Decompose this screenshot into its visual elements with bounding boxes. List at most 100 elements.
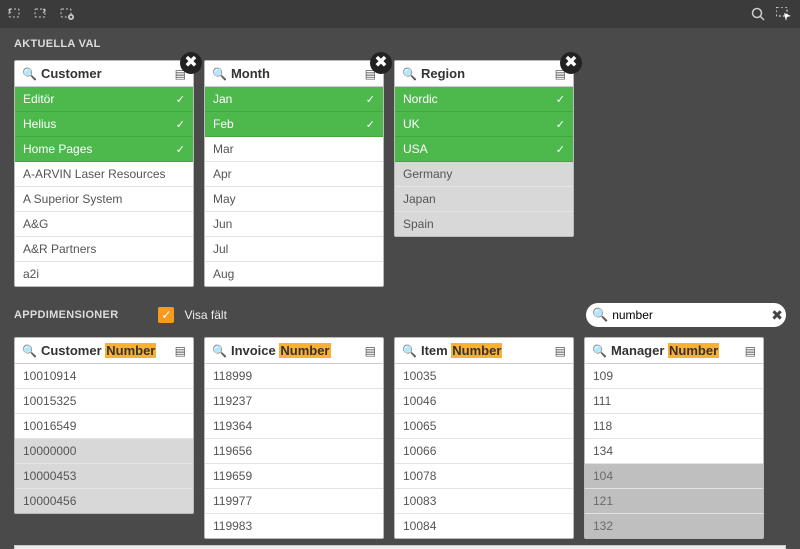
list-item[interactable]: 109 [585, 364, 763, 389]
app-dimensions-label: APPDIMENSIONER [14, 309, 118, 321]
list-item[interactable]: Editör✓ [15, 87, 193, 112]
list-item[interactable]: 119237 [205, 389, 383, 414]
search-icon[interactable]: 🔍 [402, 344, 417, 358]
horizontal-scrollbar[interactable]: ◀ ▶ [14, 545, 786, 549]
search-icon[interactable]: 🔍 [212, 67, 227, 81]
list-item[interactable]: 132 [585, 514, 763, 538]
list-item-label: 10065 [403, 419, 565, 433]
list-item[interactable]: 10046 [395, 389, 573, 414]
list-item[interactable]: 10016549 [15, 414, 193, 439]
list-item[interactable]: Helius ✓ [15, 112, 193, 137]
dimension-search-input[interactable] [612, 308, 767, 322]
list-item[interactable]: Jul [205, 237, 383, 262]
close-panel-customer[interactable]: ✖ [180, 52, 202, 74]
search-icon[interactable]: 🔍 [212, 344, 227, 358]
check-icon: ✓ [176, 118, 185, 131]
search-icon[interactable]: 🔍 [592, 344, 607, 358]
close-panel-region[interactable]: ✖ [560, 52, 582, 74]
list-item-label: 121 [593, 494, 755, 508]
list-item[interactable]: 104 [585, 464, 763, 489]
list-item[interactable]: A Superior System [15, 187, 193, 212]
panel-menu-icon[interactable]: ▤ [555, 344, 566, 358]
list-item[interactable]: Mar [205, 137, 383, 162]
list-item[interactable]: A&G [15, 212, 193, 237]
check-icon: ✓ [556, 93, 565, 106]
list-item-label: 10000000 [23, 444, 185, 458]
list-item[interactable]: 10078 [395, 464, 573, 489]
list-item-label: 119656 [213, 444, 375, 458]
list-item-label: Feb [213, 117, 362, 131]
list-item[interactable]: USA✓ [395, 137, 573, 162]
list-item[interactable]: 134 [585, 439, 763, 464]
search-icon[interactable]: 🔍 [22, 67, 37, 81]
list-item[interactable]: 10015325 [15, 389, 193, 414]
list-item[interactable]: 121 [585, 489, 763, 514]
search-icon[interactable]: 🔍 [402, 67, 417, 81]
list-item[interactable]: 10065 [395, 414, 573, 439]
list-item[interactable]: 111 [585, 389, 763, 414]
list-item-label: 119983 [213, 519, 375, 533]
list-item[interactable]: Aug [205, 262, 383, 286]
panel-title: Month [231, 66, 361, 81]
list-item[interactable]: 118 [585, 414, 763, 439]
list-item[interactable]: Home Pages ✓ [15, 137, 193, 162]
list-item-label: Helius [23, 117, 172, 131]
panel-header: 🔍Item Number▤ [395, 338, 573, 364]
search-icon[interactable]: 🔍 [22, 344, 37, 358]
panel-title: Manager Number [611, 343, 741, 358]
selections-tool-icon[interactable] [774, 4, 794, 24]
show-fields-checkbox[interactable]: ✓ [158, 307, 174, 323]
list-item[interactable]: 119983 [205, 514, 383, 538]
list-item[interactable]: Apr [205, 162, 383, 187]
global-search-icon[interactable] [748, 4, 768, 24]
list-item[interactable]: Germany [395, 162, 573, 187]
list-item[interactable]: 10035 [395, 364, 573, 389]
panel-region: ✖🔍Region▤Nordic✓UK✓USA✓GermanyJapanSpain [394, 60, 574, 287]
list-item-label: Germany [403, 167, 565, 181]
list-item[interactable]: A-ARVIN Laser Resources [15, 162, 193, 187]
list-item[interactable]: Feb✓ [205, 112, 383, 137]
list-item[interactable]: Jun [205, 212, 383, 237]
list-item[interactable]: a2i [15, 262, 193, 286]
step-forward-icon[interactable] [32, 4, 52, 24]
list-item[interactable]: 10000000 [15, 439, 193, 464]
panel-header: 🔍 Manager Number ▤ [585, 338, 763, 364]
list-item[interactable]: 10083 [395, 489, 573, 514]
panel-menu-icon[interactable]: ▤ [365, 344, 376, 358]
step-back-icon[interactable] [6, 4, 26, 24]
list-item[interactable]: Jan✓ [205, 87, 383, 112]
list-item-label: May [213, 192, 375, 206]
list-item[interactable]: A&R Partners [15, 237, 193, 262]
list-item[interactable]: 118999 [205, 364, 383, 389]
list-item[interactable]: 10010914 [15, 364, 193, 389]
list-item-label: Home Pages [23, 142, 172, 156]
list-item[interactable]: 119656 [205, 439, 383, 464]
current-selections-row: ✖🔍Customer▤Editör✓Helius✓Home Pages✓A-AR… [0, 54, 800, 293]
dimension-search[interactable]: 🔍 ✖ [586, 303, 786, 327]
list-item[interactable]: Japan [395, 187, 573, 212]
panel-menu-icon[interactable]: ▤ [745, 344, 756, 358]
list-item[interactable]: 10066 [395, 439, 573, 464]
list-item[interactable]: Nordic✓ [395, 87, 573, 112]
list-item[interactable]: 10000453 [15, 464, 193, 489]
clear-all-icon[interactable] [58, 4, 78, 24]
panel-header: 🔍 Customer Number ▤ [15, 338, 193, 364]
list-item[interactable]: 119364 [205, 414, 383, 439]
list-item[interactable]: May [205, 187, 383, 212]
list-item[interactable]: 119659 [205, 464, 383, 489]
list-item[interactable]: 10000456 [15, 489, 193, 513]
panel-title: Customer Number [41, 343, 171, 358]
panel-menu-icon[interactable]: ▤ [175, 344, 186, 358]
close-panel-month[interactable]: ✖ [370, 52, 392, 74]
list-item-label: 118999 [213, 369, 375, 383]
list-item[interactable]: 10084 [395, 514, 573, 538]
list-item-label: 10046 [403, 394, 565, 408]
clear-search-icon[interactable]: ✖ [771, 307, 783, 324]
panel-item-number: 🔍Item Number▤100351004610065100661007810… [394, 337, 574, 539]
dimensions-bar: APPDIMENSIONER ✓ Visa fält 🔍 ✖ [0, 293, 800, 331]
list-item-label: 134 [593, 444, 755, 458]
list-item[interactable]: UK✓ [395, 112, 573, 137]
check-icon: ✓ [176, 143, 185, 156]
list-item[interactable]: Spain [395, 212, 573, 236]
list-item[interactable]: 119977 [205, 489, 383, 514]
